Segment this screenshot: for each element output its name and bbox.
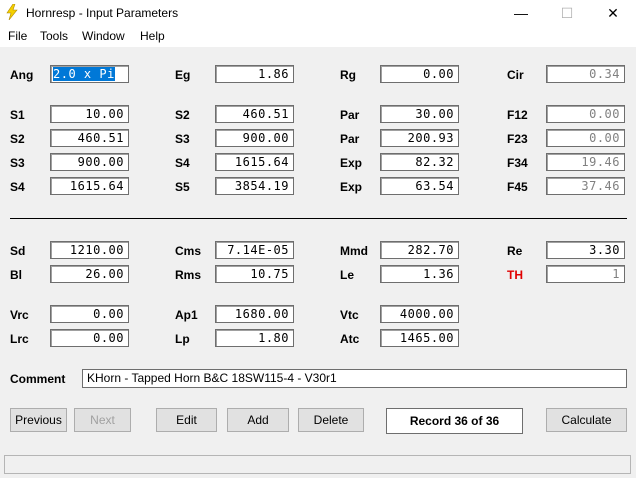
rg-field[interactable]: 0.00 xyxy=(380,65,459,83)
f12-label: F12 xyxy=(507,108,528,122)
par2-field[interactable]: 200.93 xyxy=(380,129,459,147)
le-label: Le xyxy=(340,268,355,282)
bl-label: Bl xyxy=(10,268,22,282)
vrc-label: Vrc xyxy=(10,308,29,322)
lightning-icon xyxy=(6,4,18,20)
comment-field[interactable]: KHorn - Tapped Horn B&C 18SW115-4 - V30r… xyxy=(82,369,627,388)
rg-label: Rg xyxy=(340,68,356,82)
exp2-label: Exp xyxy=(340,180,363,194)
cms-field[interactable]: 7.14E-05 xyxy=(215,241,294,259)
cir-field[interactable]: 0.34 xyxy=(546,65,625,83)
ap1-label: Ap1 xyxy=(175,308,198,322)
delete-button[interactable]: Delete xyxy=(298,408,364,432)
s5-label: S5 xyxy=(175,180,190,194)
par1-label: Par xyxy=(340,108,360,122)
rms-label: Rms xyxy=(175,268,202,282)
vrc-field[interactable]: 0.00 xyxy=(50,305,129,323)
s4-field[interactable]: 1615.64 xyxy=(215,153,294,171)
cir-label: Cir xyxy=(507,68,524,82)
s2b-label: S2 xyxy=(10,132,25,146)
mmd-label: Mmd xyxy=(340,244,368,258)
le-field[interactable]: 1.36 xyxy=(380,265,459,283)
atc-field[interactable]: 1465.00 xyxy=(380,329,459,347)
re-field[interactable]: 3.30 xyxy=(546,241,625,259)
exp1-field[interactable]: 82.32 xyxy=(380,153,459,171)
vtc-field[interactable]: 4000.00 xyxy=(380,305,459,323)
f34-label: F34 xyxy=(507,156,528,170)
s3b-label: S3 xyxy=(10,156,25,170)
sd-label: Sd xyxy=(10,244,26,258)
cms-label: Cms xyxy=(175,244,202,258)
par2-label: Par xyxy=(340,132,360,146)
ap1-field[interactable]: 1680.00 xyxy=(215,305,294,323)
add-button[interactable]: Add xyxy=(227,408,289,432)
th-label[interactable]: TH xyxy=(507,268,523,282)
ang-value: 2.0 x Pi xyxy=(53,67,115,81)
lrc-field[interactable]: 0.00 xyxy=(50,329,129,347)
window-title: Hornresp - Input Parameters xyxy=(26,6,179,20)
s1-label: S1 xyxy=(10,108,25,122)
f23-label: F23 xyxy=(507,132,528,146)
exp1-label: Exp xyxy=(340,156,363,170)
s2b-field[interactable]: 460.51 xyxy=(50,129,129,147)
calculate-button[interactable]: Calculate xyxy=(546,408,627,432)
f45-label: F45 xyxy=(507,180,528,194)
s2-label: S2 xyxy=(175,108,190,122)
s3-field[interactable]: 900.00 xyxy=(215,129,294,147)
minimize-button[interactable]: — xyxy=(498,0,544,27)
menu-help[interactable]: Help xyxy=(140,29,165,43)
maximize-button[interactable]: ☐ xyxy=(544,0,590,27)
eg-label: Eg xyxy=(175,68,191,82)
menu-window[interactable]: Window xyxy=(82,29,125,43)
th-field[interactable]: 1 xyxy=(546,265,625,283)
lp-label: Lp xyxy=(175,332,190,346)
status-bar xyxy=(4,455,631,474)
vtc-label: Vtc xyxy=(340,308,359,322)
menu-tools[interactable]: Tools xyxy=(40,29,68,43)
s3-label: S3 xyxy=(175,132,190,146)
menu-file[interactable]: File xyxy=(8,29,27,43)
f23-field[interactable]: 0.00 xyxy=(546,129,625,147)
s4b-label: S4 xyxy=(10,180,25,194)
record-indicator: Record 36 of 36 xyxy=(386,408,523,434)
s5-field[interactable]: 3854.19 xyxy=(215,177,294,195)
s4b-field[interactable]: 1615.64 xyxy=(50,177,129,195)
comment-label: Comment xyxy=(10,372,66,386)
s4-label: S4 xyxy=(175,156,190,170)
s1-field[interactable]: 10.00 xyxy=(50,105,129,123)
re-label: Re xyxy=(507,244,523,258)
atc-label: Atc xyxy=(340,332,360,346)
f34-field[interactable]: 19.46 xyxy=(546,153,625,171)
f45-field[interactable]: 37.46 xyxy=(546,177,625,195)
exp2-field[interactable]: 63.54 xyxy=(380,177,459,195)
rms-field[interactable]: 10.75 xyxy=(215,265,294,283)
ang-label: Ang xyxy=(10,68,34,82)
next-button[interactable]: Next xyxy=(74,408,131,432)
bl-field[interactable]: 26.00 xyxy=(50,265,129,283)
sd-field[interactable]: 1210.00 xyxy=(50,241,129,259)
previous-button[interactable]: Previous xyxy=(10,408,67,432)
lp-field[interactable]: 1.80 xyxy=(215,329,294,347)
edit-button[interactable]: Edit xyxy=(156,408,217,432)
lrc-label: Lrc xyxy=(10,332,29,346)
close-button[interactable]: ✕ xyxy=(590,0,636,27)
s3b-field[interactable]: 900.00 xyxy=(50,153,129,171)
section-divider xyxy=(10,218,627,219)
f12-field[interactable]: 0.00 xyxy=(546,105,625,123)
par1-field[interactable]: 30.00 xyxy=(380,105,459,123)
eg-field[interactable]: 1.86 xyxy=(215,65,294,83)
ang-field[interactable]: 2.0 x Pi xyxy=(50,65,129,83)
mmd-field[interactable]: 282.70 xyxy=(380,241,459,259)
s2-field[interactable]: 460.51 xyxy=(215,105,294,123)
